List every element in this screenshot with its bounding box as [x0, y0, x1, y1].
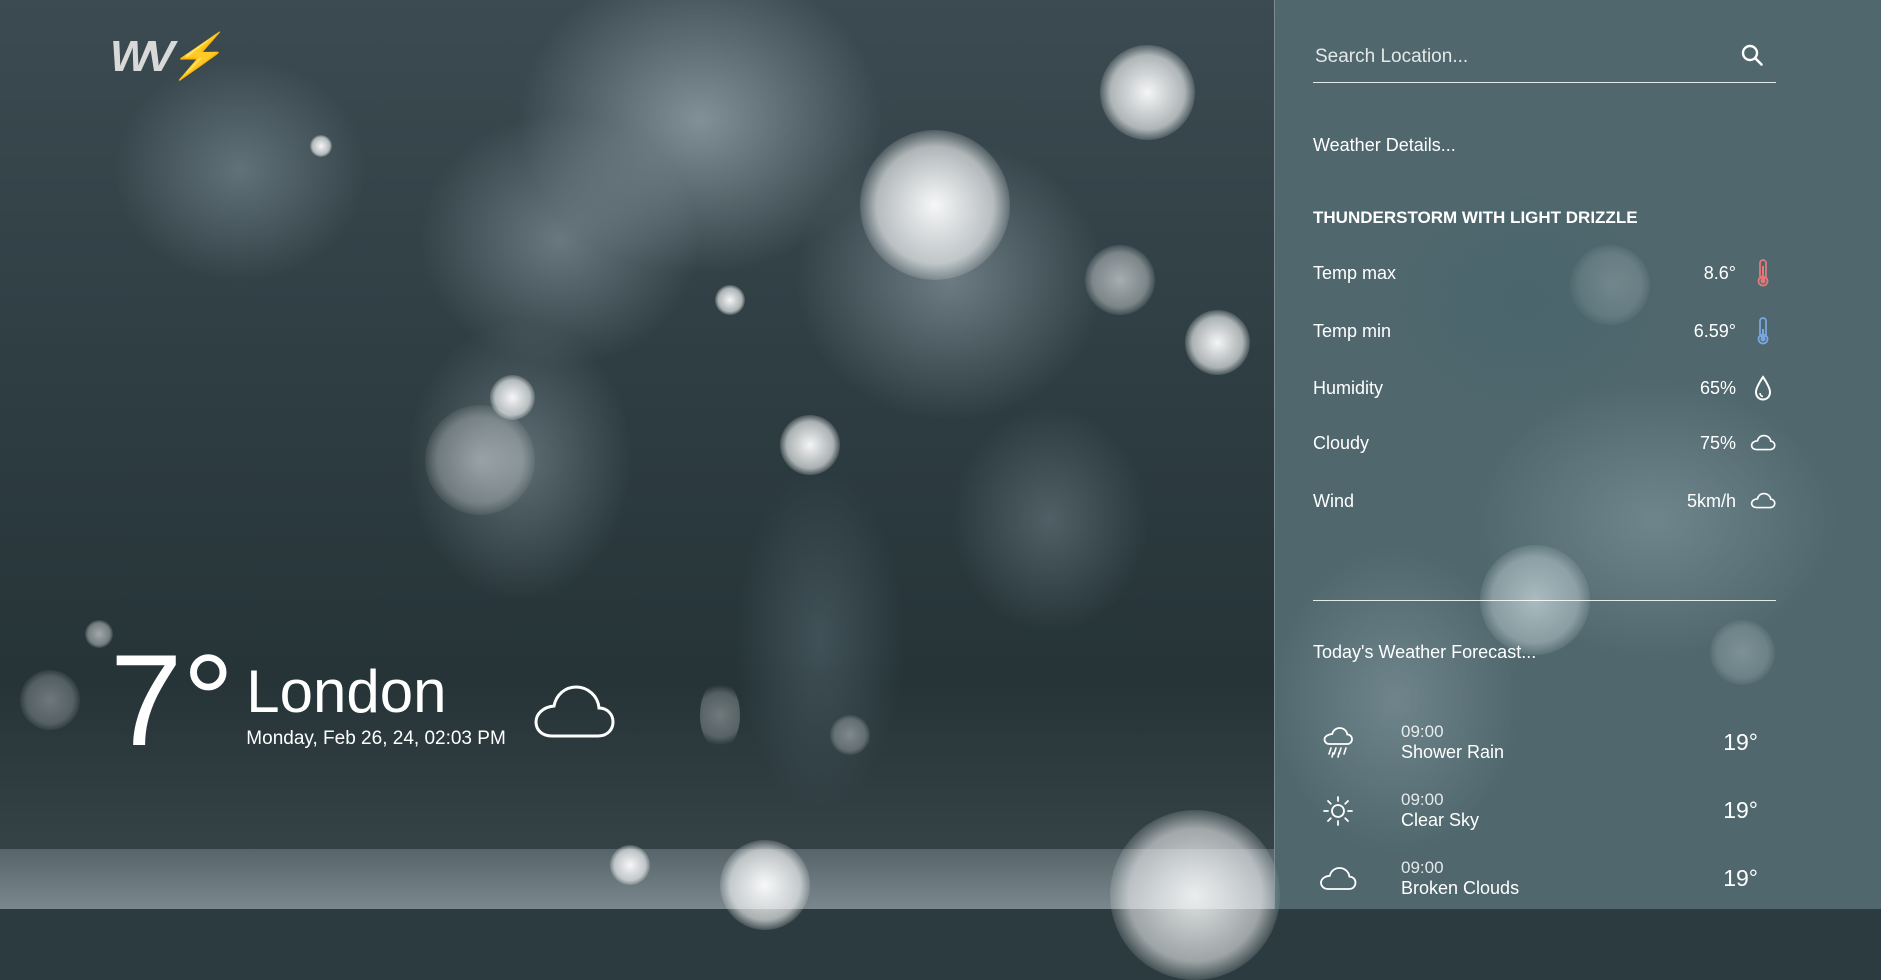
cloud-icon [1750, 432, 1776, 454]
side-panel: Weather Details... THUNDERSTORM WITH LIG… [1274, 0, 1881, 909]
app-logo[interactable]: WV⚡ [110, 30, 224, 82]
cloud-icon [532, 680, 616, 747]
snowflake [490, 375, 535, 420]
snowflake [425, 405, 535, 515]
detail-label: Temp min [1313, 320, 1392, 341]
snowflake [780, 415, 840, 475]
snowflake [310, 135, 332, 157]
sun-icon [1313, 794, 1363, 828]
forecast-time: 09:00 [1401, 858, 1444, 877]
droplet-icon [1750, 374, 1776, 402]
snowflake [85, 620, 113, 648]
forecast-item: 09:00 Broken Clouds 19° [1313, 858, 1776, 899]
current-temperature: 7° [110, 627, 235, 773]
search-input[interactable] [1313, 46, 1740, 76]
forecast-temperature: 19° [1723, 865, 1758, 891]
weather-details-heading: Weather Details... [1313, 135, 1456, 155]
snowflake [700, 680, 740, 750]
city-name: London [246, 658, 447, 725]
detail-row-wind: Wind 5km/h [1313, 490, 1776, 512]
detail-row-temp-max: Temp max 8.6° [1313, 258, 1776, 288]
divider [1313, 600, 1776, 601]
thermometer-cold-icon [1750, 316, 1776, 346]
detail-value: 75% [1699, 432, 1736, 453]
snowflake [1085, 245, 1155, 315]
forecast-temperature: 19° [1723, 729, 1758, 755]
cloud-icon [1750, 490, 1776, 512]
weather-condition: THUNDERSTORM WITH LIGHT DRIZZLE [1313, 208, 1638, 227]
detail-row-temp-min: Temp min 6.59° [1313, 316, 1776, 346]
logo-letters: WV [110, 32, 175, 81]
forecast-description: Broken Clouds [1401, 878, 1520, 898]
forecast-item: 09:00 Shower Rain 19° [1313, 722, 1776, 763]
current-datetime: Monday, Feb 26, 24, 02:03 PM [246, 728, 506, 749]
detail-label: Cloudy [1313, 432, 1370, 453]
snowflake [1185, 310, 1250, 375]
detail-label: Humidity [1313, 377, 1384, 398]
detail-value: 8.6° [1703, 262, 1736, 283]
forecast-item: 09:00 Clear Sky 19° [1313, 790, 1776, 831]
detail-label: Temp max [1313, 262, 1397, 283]
snowflake [830, 715, 870, 755]
forecast-description: Shower Rain [1401, 742, 1505, 762]
forecast-description: Clear Sky [1401, 810, 1480, 830]
snowflake [20, 670, 80, 730]
logo-bolt-icon: ⚡ [168, 32, 224, 81]
snowflake [610, 845, 650, 885]
forecast-time: 09:00 [1401, 722, 1444, 741]
search-icon[interactable] [1740, 43, 1764, 72]
search-bar [1313, 40, 1776, 83]
detail-label: Wind [1313, 490, 1355, 511]
rain-icon [1313, 726, 1363, 760]
forecast-text: 09:00 Clear Sky [1401, 790, 1723, 831]
snowflake [1110, 810, 1280, 980]
snowflake [720, 840, 810, 930]
forecast-temperature: 19° [1723, 797, 1758, 823]
thermometer-hot-icon [1750, 258, 1776, 288]
snowflake [715, 285, 745, 315]
detail-value: 5km/h [1686, 490, 1736, 511]
detail-row-cloudy: Cloudy 75% [1313, 432, 1776, 454]
detail-value: 65% [1699, 377, 1736, 398]
snowflake [1100, 45, 1195, 140]
forecast-heading: Today's Weather Forecast... [1313, 642, 1537, 662]
location-block: London Monday, Feb 26, 24, 02:03 PM [246, 660, 505, 750]
forecast-text: 09:00 Shower Rain [1401, 722, 1723, 763]
detail-row-humidity: Humidity 65% [1313, 374, 1776, 402]
detail-value: 6.59° [1693, 320, 1736, 341]
forecast-time: 09:00 [1401, 790, 1444, 809]
snowflake [860, 130, 1010, 280]
cloud-icon [1313, 866, 1363, 892]
current-weather: 7° London Monday, Feb 26, 24, 02:03 PM [110, 627, 616, 773]
forecast-text: 09:00 Broken Clouds [1401, 858, 1723, 899]
